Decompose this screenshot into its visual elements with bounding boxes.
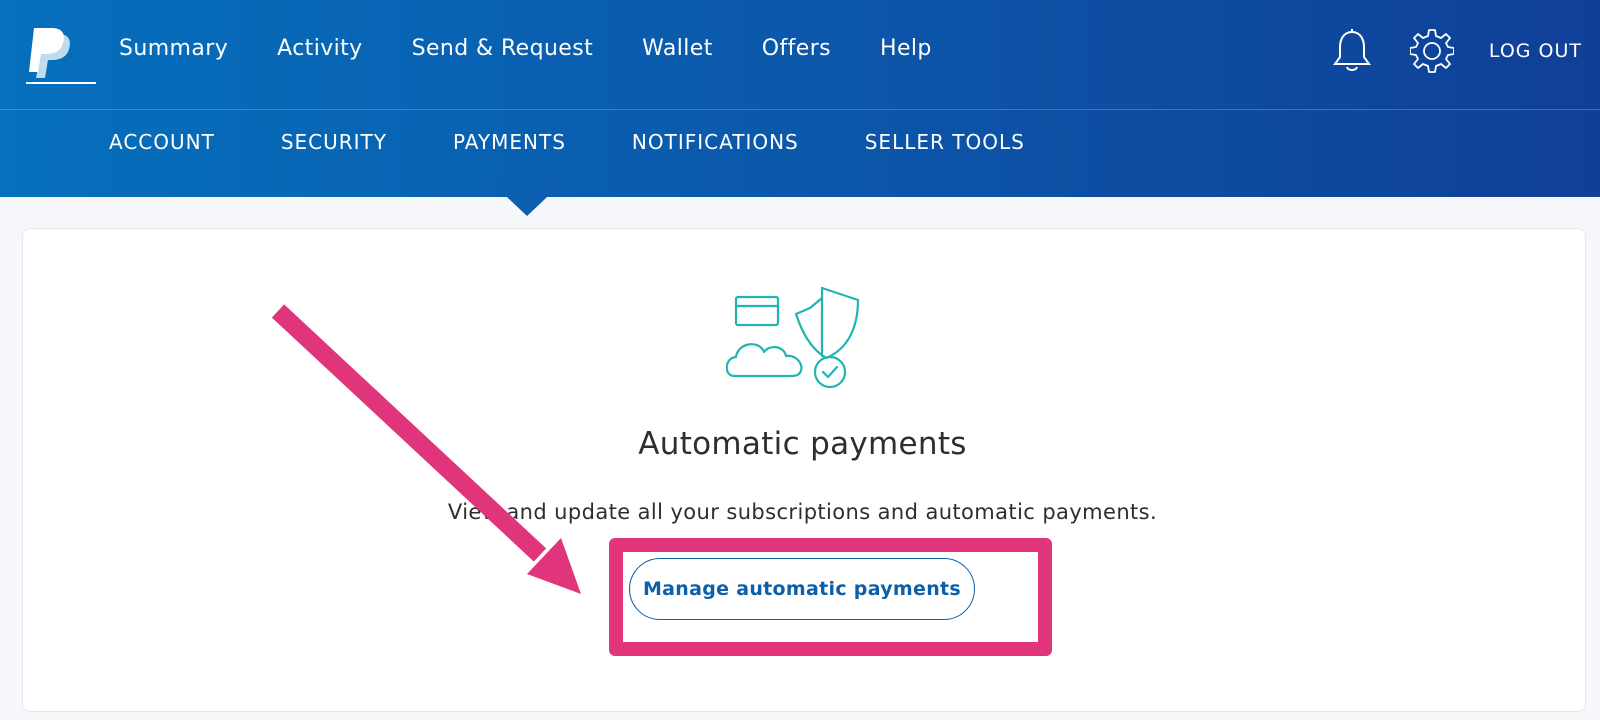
settings-button[interactable] (1409, 26, 1455, 76)
nav-help[interactable]: Help (880, 36, 932, 61)
paypal-logo[interactable] (26, 22, 96, 84)
tab-security[interactable]: SECURITY (281, 130, 387, 154)
header-actions: LOG OUT (1329, 26, 1582, 76)
settings-nav: ACCOUNT SECURITY PAYMENTS NOTIFICATIONS … (109, 130, 1091, 154)
top-bar: Summary Activity Send & Request Wallet O… (0, 0, 1600, 110)
main-nav: Summary Activity Send & Request Wallet O… (119, 36, 981, 61)
page-description: View and update all your subscriptions a… (447, 500, 1158, 524)
bell-icon (1332, 29, 1371, 71)
active-tab-indicator (491, 182, 563, 216)
logout-link[interactable]: LOG OUT (1489, 40, 1582, 62)
page-title: Automatic payments (638, 426, 967, 462)
logo-underline (26, 82, 96, 84)
tab-payments[interactable]: PAYMENTS (453, 130, 566, 154)
notifications-button[interactable] (1329, 26, 1375, 76)
cloud-card-shield-icon (726, 286, 860, 389)
tab-seller-tools[interactable]: SELLER TOOLS (865, 130, 1025, 154)
paypal-logo-icon (29, 28, 70, 78)
manage-automatic-payments-button[interactable]: Manage automatic payments (629, 558, 975, 620)
tab-notifications[interactable]: NOTIFICATIONS (632, 130, 799, 154)
gear-icon (1409, 29, 1454, 73)
nav-summary[interactable]: Summary (119, 36, 228, 61)
tab-account[interactable]: ACCOUNT (109, 130, 215, 154)
nav-send-request[interactable]: Send & Request (412, 36, 594, 61)
header: Summary Activity Send & Request Wallet O… (0, 0, 1600, 197)
nav-offers[interactable]: Offers (762, 36, 831, 61)
nav-activity[interactable]: Activity (277, 36, 362, 61)
nav-wallet[interactable]: Wallet (642, 36, 713, 61)
